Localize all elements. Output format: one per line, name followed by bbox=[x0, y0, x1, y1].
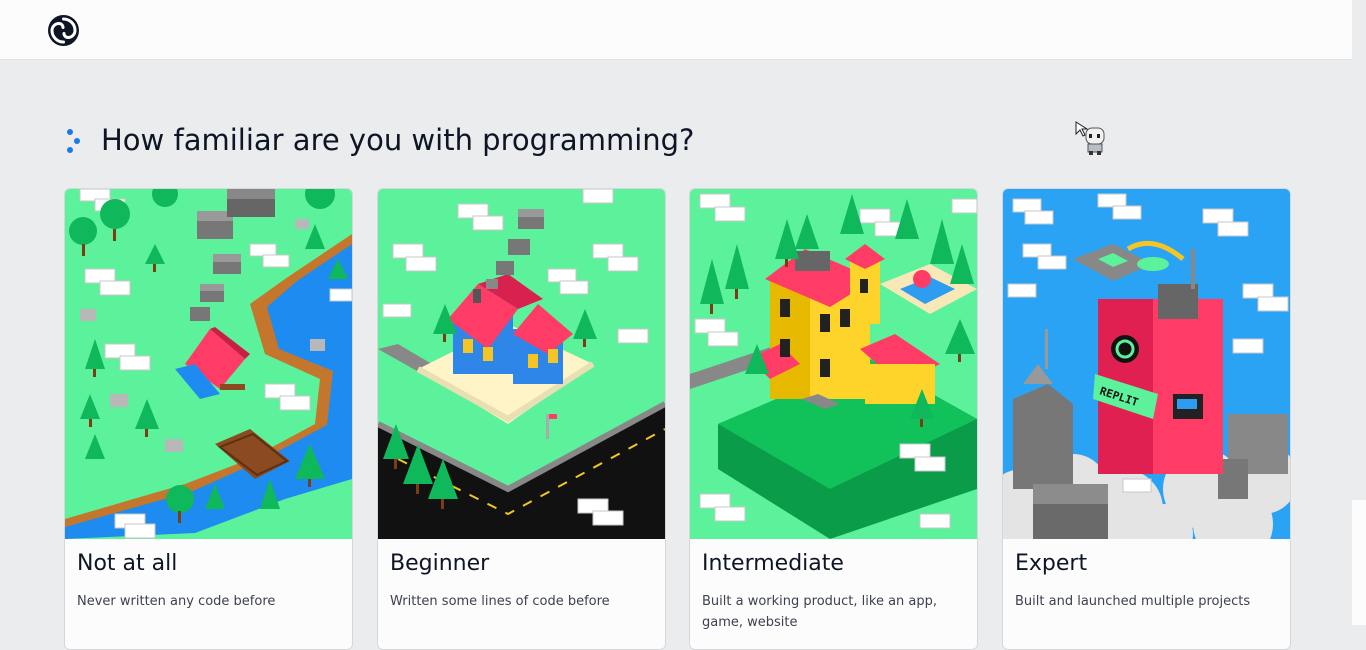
option-title: Not at all bbox=[77, 551, 178, 576]
campsite-illustration bbox=[65, 189, 352, 539]
mascot-icon bbox=[1075, 121, 1105, 155]
option-title: Beginner bbox=[390, 551, 490, 576]
option-title: Expert bbox=[1015, 551, 1088, 576]
scrollbar-track[interactable] bbox=[1352, 0, 1366, 500]
option-card-not-at-all[interactable]: Not at all Never written any code before bbox=[64, 188, 353, 650]
house-illustration bbox=[378, 189, 665, 539]
option-description: Built and launched multiple projects bbox=[1015, 594, 1251, 609]
top-bar bbox=[0, 0, 1352, 60]
skyscraper-illustration: REPLIT bbox=[1003, 189, 1290, 539]
option-card-intermediate[interactable]: Intermediate Built a working product, li… bbox=[689, 188, 978, 650]
option-description: Built a working product, like an app, ga… bbox=[702, 594, 938, 630]
mansion-illustration bbox=[690, 189, 977, 539]
page-title: How familiar are you with programming? bbox=[101, 123, 695, 157]
question-dots-icon bbox=[67, 129, 80, 153]
option-card-expert[interactable]: REPLIT Expert Built and launched multipl… bbox=[1002, 188, 1291, 650]
replit-logo-icon[interactable] bbox=[47, 14, 80, 47]
option-title: Intermediate bbox=[702, 551, 844, 576]
option-description: Written some lines of code before bbox=[390, 594, 610, 609]
option-description: Never written any code before bbox=[77, 594, 276, 609]
option-card-beginner[interactable]: Beginner Written some lines of code befo… bbox=[377, 188, 666, 650]
scrollbar-gap bbox=[1352, 500, 1366, 625]
